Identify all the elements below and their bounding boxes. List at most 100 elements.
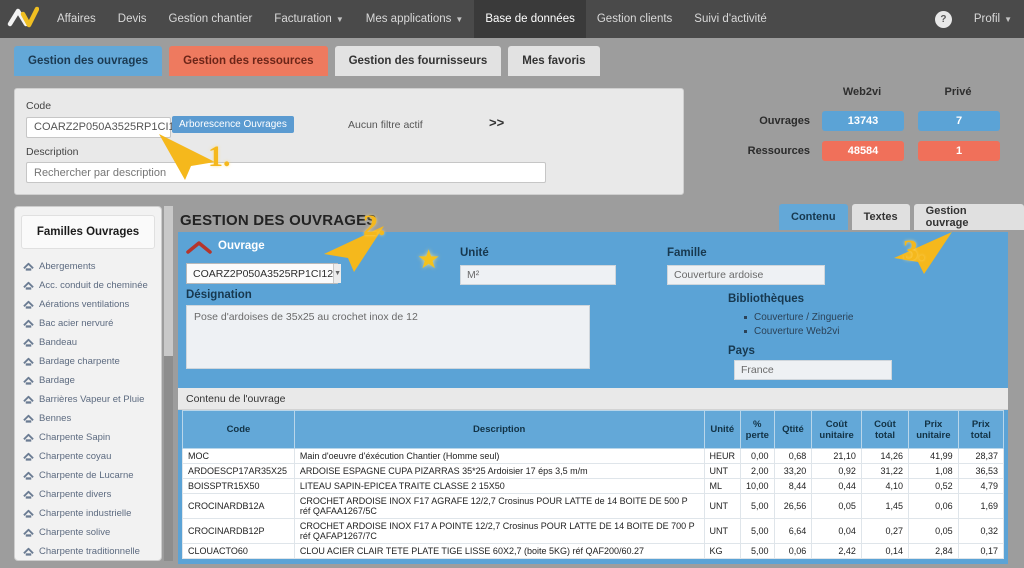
table-row[interactable]: MOC Main d'oeuvre d'éxécution Chantier (H… — [182, 448, 1005, 464]
familles-list-item[interactable]: Charpente industrielle — [15, 504, 161, 523]
nav-item-label: Gestion chantier — [168, 13, 253, 25]
chevron-down-icon[interactable]: ▼ — [333, 264, 342, 283]
favorite-star-icon[interactable]: ★ — [417, 244, 440, 275]
familles-list-item[interactable]: Charpente Sapin — [15, 428, 161, 447]
stat-ouvrages-web2vi[interactable]: 13743 — [822, 111, 904, 131]
tab-gestion-des-ressources[interactable]: Gestion des ressources — [169, 46, 328, 76]
unite-value: M² — [467, 269, 480, 281]
table-header-row: Code Description Unité % perte Qtité Coû… — [182, 410, 1005, 449]
cell-description: Main d'oeuvre d'éxécution Chantier (Homm… — [293, 448, 705, 464]
col-cout-unitaire[interactable]: Coût unitaire — [811, 410, 862, 449]
tab-contenu[interactable]: Contenu — [779, 204, 848, 230]
col-code[interactable]: Code — [182, 410, 295, 449]
cell-prix-unitaire: 1,08 — [908, 463, 959, 479]
familles-list-item[interactable]: Abergements — [15, 257, 161, 276]
cell-prix-unitaire: 0,05 — [908, 518, 959, 544]
familles-list-item[interactable]: Charpente traditionnelle — [15, 542, 161, 560]
chevron-down-icon: ▼ — [455, 14, 464, 24]
nav-item-base-de-donnees[interactable]: Base de données — [474, 0, 586, 38]
cell-prix-unitaire: 0,06 — [908, 493, 959, 519]
pays-input[interactable]: France — [734, 360, 892, 380]
nav-item-gestion-clients[interactable]: Gestion clients — [586, 0, 683, 38]
bibliotheque-item[interactable]: Couverture / Zinguerie — [744, 310, 854, 324]
nav-item-facturation[interactable]: Facturation ▼ — [263, 0, 354, 38]
familles-list-item[interactable]: Charpente coyau — [15, 447, 161, 466]
bibliotheque-item[interactable]: Couverture Web2vi — [744, 324, 854, 338]
web2vi-logo-icon[interactable] — [0, 0, 46, 38]
col-perte[interactable]: % perte — [740, 410, 775, 449]
col-unite[interactable]: Unité — [703, 410, 742, 449]
designation-textarea[interactable]: Pose d'ardoises de 35x25 au crochet inox… — [186, 305, 590, 369]
tab-gestion-des-fournisseurs[interactable]: Gestion des fournisseurs — [334, 46, 502, 76]
stat-ressources-prive[interactable]: 1 — [918, 141, 1000, 161]
nav-item-suivi-activite[interactable]: Suivi d'activité — [683, 0, 778, 38]
col-qtite[interactable]: Qtité — [773, 410, 813, 449]
stat-ouvrages-prive[interactable]: 7 — [918, 111, 1000, 131]
tab-textes[interactable]: Textes — [851, 204, 910, 230]
sidebar-scrollbar-thumb[interactable] — [164, 206, 173, 356]
familles-list-item[interactable]: Acc. conduit de cheminée — [15, 276, 161, 295]
profil-menu[interactable]: Profil ▼ — [974, 13, 1012, 25]
nav-item-label: Base de données — [485, 13, 575, 25]
familles-list-item[interactable]: Charpente de Lucarne — [15, 466, 161, 485]
unite-input[interactable]: M² — [460, 265, 616, 285]
cell-qtite: 8,44 — [773, 478, 813, 494]
cell-qtite: 6,64 — [773, 518, 813, 544]
cell-cout-unitaire: 0,05 — [811, 493, 862, 519]
profil-label: Profil — [973, 13, 1001, 25]
famille-input[interactable]: Couverture ardoise — [667, 265, 825, 285]
arborescence-ouvrages-button[interactable]: Arborescence Ouvrages — [172, 116, 294, 133]
table-row[interactable]: ARDOESCP17AR35X25 ARDOISE ESPAGNE CUPA PI… — [182, 463, 1005, 479]
tab-gestion-des-ouvrages[interactable]: Gestion des ouvrages — [14, 46, 163, 76]
nav-item-mes-applications[interactable]: Mes applications ▼ — [355, 0, 475, 38]
nav-item-gestion-chantier[interactable]: Gestion chantier — [158, 0, 264, 38]
familles-list-item[interactable]: Bardage charpente — [15, 352, 161, 371]
code-input[interactable]: COARZ2P050A3525RP1CI12 — [26, 117, 181, 138]
familles-list-item[interactable]: Bardage — [15, 371, 161, 390]
cell-cout-total: 31,22 — [860, 463, 910, 479]
cell-prix-total: 0,32 — [957, 518, 1005, 544]
ouvrage-label: Ouvrage — [218, 240, 265, 252]
house-icon — [23, 490, 34, 499]
col-description[interactable]: Description — [293, 410, 705, 449]
familles-list-item[interactable]: Bac acier nervuré — [15, 314, 161, 333]
cell-code: ARDOESCP17AR35X25 — [182, 463, 295, 479]
familles-list-item[interactable]: Bandeau — [15, 333, 161, 352]
familles-list-item[interactable]: Charpente divers — [15, 485, 161, 504]
app-root: Affaires Devis Gestion chantier Facturat… — [0, 0, 1024, 568]
ouvrage-select-value: COARZ2P050A3525RP1CI12 — [193, 267, 334, 280]
familles-ouvrages-sidebar: Familles Ouvrages Abergements Acc. condui… — [14, 206, 162, 561]
familles-list-item[interactable]: Bennes — [15, 409, 161, 428]
familles-list-item[interactable]: Aérations ventilations — [15, 295, 161, 314]
help-icon[interactable]: ? — [934, 10, 952, 28]
table-row[interactable]: CLOUACTO60 CLOU ACIER CLAIR TETE PLATE TI… — [182, 543, 1005, 559]
stat-ressources-web2vi[interactable]: 48584 — [822, 141, 904, 161]
cell-prix-total: 28,37 — [957, 448, 1005, 464]
annotation-number-2: 2. — [363, 209, 386, 242]
nav-item-label: Affaires — [57, 13, 96, 25]
table-row[interactable]: CROCINARDB12P CROCHET ARDOISE INOX F17 A … — [182, 518, 1005, 544]
col-cout-total[interactable]: Coût total — [860, 410, 910, 449]
cell-perte: 5,00 — [740, 493, 775, 519]
table-caption: Contenu de l'ouvrage — [178, 388, 1008, 410]
expand-filters-icon[interactable]: >> — [489, 115, 504, 130]
table-row[interactable]: BOISSPTR15X50 LITEAU SAPIN-EPICEA TRAITE … — [182, 478, 1005, 494]
cell-unite: UNT — [703, 518, 742, 544]
cell-perte: 2,00 — [740, 463, 775, 479]
tab-mes-favoris[interactable]: Mes favoris — [508, 46, 600, 76]
house-icon — [23, 376, 34, 385]
nav-item-affaires[interactable]: Affaires — [46, 0, 107, 38]
nav-item-devis[interactable]: Devis — [107, 0, 158, 38]
contenu-ouvrage-table-panel: Contenu de l'ouvrage Code Description Un… — [178, 388, 1008, 564]
sidebar-scrollbar[interactable] — [164, 206, 173, 561]
detail-tab-bar: Contenu Textes Gestion ouvrage — [779, 204, 1024, 230]
ouvrage-select[interactable]: COARZ2P050A3525RP1CI12 ▼ — [186, 263, 342, 284]
col-prix-total[interactable]: Prix total — [957, 410, 1005, 449]
tab-gestion-ouvrage[interactable]: Gestion ouvrage — [913, 204, 1024, 230]
familles-list-item[interactable]: Barrières Vapeur et Pluie — [15, 390, 161, 409]
cell-prix-total: 4,79 — [957, 478, 1005, 494]
col-prix-unitaire[interactable]: Prix unitaire — [908, 410, 959, 449]
familles-list-item[interactable]: Charpente solive — [15, 523, 161, 542]
description-search-input[interactable] — [26, 162, 546, 183]
table-row[interactable]: CROCINARDB12A CROCHET ARDOISE INOX F17 AG… — [182, 493, 1005, 519]
